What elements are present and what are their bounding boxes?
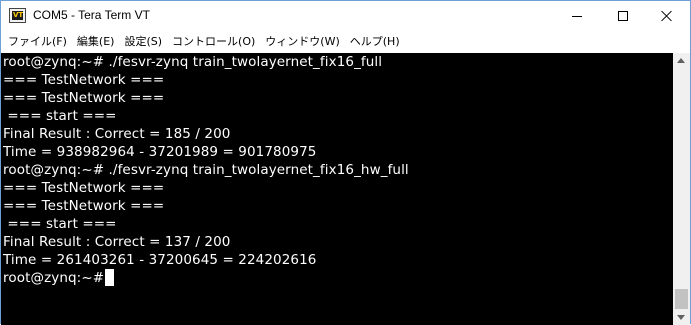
terminal-line: === TestNetwork === bbox=[3, 198, 165, 214]
minimize-icon bbox=[572, 15, 582, 17]
menu-setup[interactable]: 設定(S) bbox=[119, 32, 167, 52]
close-icon bbox=[661, 10, 673, 22]
menu-file[interactable]: ファイル(F) bbox=[3, 32, 72, 52]
terminal-prompt[interactable]: root@zynq:~# bbox=[3, 269, 109, 287]
terminal-line-time: Time = 261403261 - 37200645 = 224202616 bbox=[3, 252, 317, 268]
vertical-scrollbar[interactable] bbox=[673, 53, 690, 325]
scroll-down-arrow-icon[interactable] bbox=[677, 315, 685, 320]
menu-edit[interactable]: 編集(E) bbox=[72, 32, 120, 52]
terminal-line-time: Time = 938982964 - 37201989 = 901780975 bbox=[3, 144, 317, 160]
scrollbar-thumb[interactable] bbox=[675, 289, 688, 309]
terminal-output[interactable]: root@zynq:~# ./fesvr-zynq train_twolayer… bbox=[1, 53, 673, 325]
maximize-icon bbox=[618, 11, 628, 21]
maximize-button[interactable] bbox=[600, 1, 646, 31]
teraterm-window: VT COM5 - Tera Term VT ファイル(F) 編集(E) 設定(… bbox=[0, 0, 691, 325]
menu-help[interactable]: ヘルプ(H) bbox=[345, 32, 405, 52]
title-bar[interactable]: VT COM5 - Tera Term VT bbox=[1, 1, 690, 31]
window-title: COM5 - Tera Term VT bbox=[33, 8, 150, 22]
terminal-line: === start === bbox=[3, 108, 117, 124]
menu-bar: ファイル(F) 編集(E) 設定(S) コントロール(O) ウィンドウ(W) ヘ… bbox=[1, 31, 690, 53]
menu-control[interactable]: コントロール(O) bbox=[167, 32, 260, 52]
app-icon-label: VT bbox=[13, 11, 24, 19]
terminal-line-command: root@zynq:~# ./fesvr-zynq train_twolayer… bbox=[3, 54, 383, 70]
terminal-line: === TestNetwork === bbox=[3, 72, 165, 88]
terminal-line-result: Final Result : Correct = 137 / 200 bbox=[3, 234, 231, 250]
terminal-line-result: Final Result : Correct = 185 / 200 bbox=[3, 126, 231, 142]
terminal-line-command: root@zynq:~# ./fesvr-zynq train_twolayer… bbox=[3, 162, 409, 178]
terminal-cursor bbox=[105, 269, 114, 286]
menu-window[interactable]: ウィンドウ(W) bbox=[260, 32, 344, 52]
close-button[interactable] bbox=[644, 1, 690, 31]
terminal-line: === TestNetwork === bbox=[3, 90, 165, 106]
teraterm-vt-icon[interactable]: VT bbox=[9, 8, 26, 23]
terminal-line: === TestNetwork === bbox=[3, 180, 165, 196]
scroll-up-arrow-icon[interactable] bbox=[677, 58, 685, 63]
terminal-line: === start === bbox=[3, 216, 117, 232]
minimize-button[interactable] bbox=[554, 1, 600, 31]
